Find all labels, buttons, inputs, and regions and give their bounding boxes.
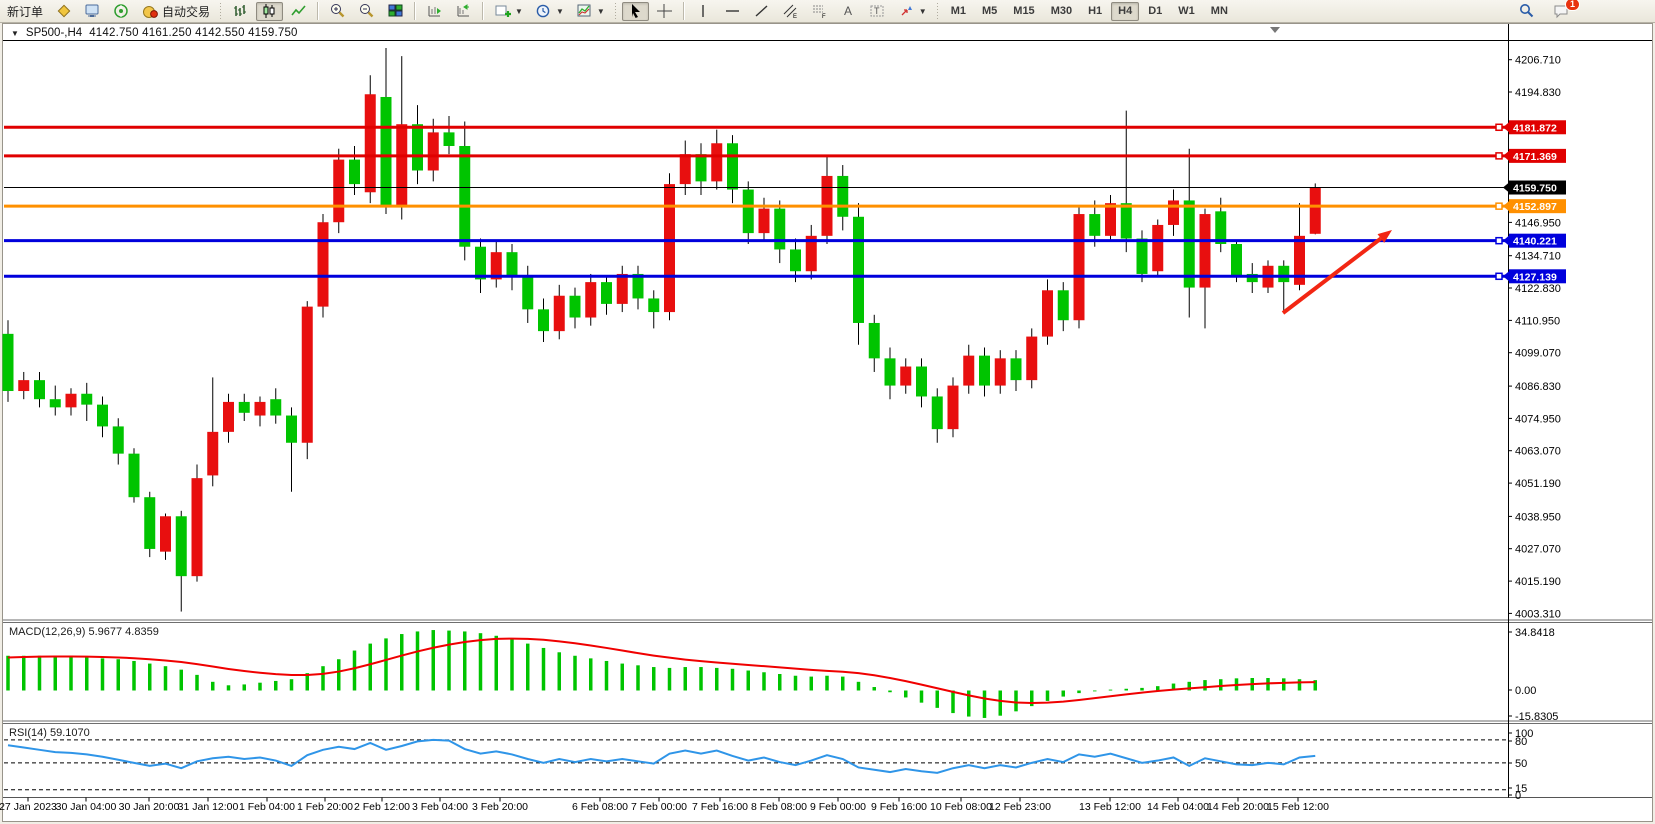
period-clock-icon <box>535 3 552 19</box>
add-indicator-button[interactable]: ▼ <box>489 2 528 21</box>
mt4-terminal: 新订单 自动交易 <box>0 0 1655 824</box>
tile-windows-icon <box>387 3 404 19</box>
fibonacci-icon: F <box>811 3 828 19</box>
toolbar: 新订单 自动交易 <box>0 0 1655 23</box>
arrow-objects-icon <box>898 3 915 19</box>
timeframe-M5[interactable]: M5 <box>975 2 1004 21</box>
signal-icon[interactable] <box>108 2 135 21</box>
collapse-triangle-icon[interactable]: ▼ <box>11 29 19 38</box>
toolbar-separator <box>482 2 484 20</box>
line-chart-icon <box>290 3 307 19</box>
timeframe-M15[interactable]: M15 <box>1006 2 1041 21</box>
toolbar-separator <box>414 2 416 20</box>
trendline-button[interactable] <box>748 2 775 21</box>
text-button[interactable]: A <box>835 2 862 21</box>
chevron-down-icon: ▼ <box>515 7 523 16</box>
tile-windows-button[interactable] <box>382 2 409 21</box>
new-order-label: 新订单 <box>7 3 43 20</box>
vertical-line-icon <box>695 3 712 19</box>
toolbar-separator <box>317 2 319 20</box>
timeframe-M30[interactable]: M30 <box>1044 2 1079 21</box>
template-icon <box>576 3 593 19</box>
chevron-down-icon: ▼ <box>597 7 605 16</box>
zoom-out-button[interactable] <box>353 2 380 21</box>
chevron-down-icon: ▼ <box>919 7 927 16</box>
chart-shift-button[interactable] <box>450 2 477 21</box>
line-chart-button[interactable] <box>285 2 312 21</box>
svg-text:A: A <box>844 4 852 18</box>
chevron-down-icon: ▼ <box>556 7 564 16</box>
toolbar-handle <box>936 2 940 20</box>
timeframe-H4[interactable]: H4 <box>1111 2 1139 21</box>
ohlc-values: 4142.750 4161.250 4142.550 4159.750 <box>89 27 297 39</box>
timeframe-MN[interactable]: MN <box>1204 2 1235 21</box>
horizontal-line-button[interactable] <box>719 2 746 21</box>
equidistant-channel-button[interactable]: E <box>777 2 804 21</box>
arrow-objects-button[interactable]: ▼ <box>893 2 932 21</box>
symbol-period-label: SP500-,H4 <box>26 27 82 39</box>
market-diamond-icon[interactable] <box>50 2 77 21</box>
toolbar-handle <box>219 2 223 20</box>
text-icon: A <box>840 3 857 19</box>
cursor-button[interactable] <box>622 2 649 21</box>
toolbar-right-group: 1 <box>1513 2 1575 21</box>
fibonacci-button[interactable]: F <box>806 2 833 21</box>
timeframe-M1[interactable]: M1 <box>944 2 973 21</box>
svg-text:E: E <box>793 14 797 19</box>
autotrading-ball-icon <box>142 3 159 19</box>
timeframe-W1[interactable]: W1 <box>1171 2 1202 21</box>
bar-chart-icon <box>232 3 249 19</box>
candlestick-chart-button[interactable] <box>256 2 283 21</box>
macd-indicator-label: MACD(12,26,9) 5.9677 4.8359 <box>9 626 159 638</box>
new-order-button[interactable]: 新订单 <box>2 2 48 21</box>
chart-shift-icon <box>455 3 472 19</box>
toolbar-handle <box>614 2 618 20</box>
zoom-in-button[interactable] <box>324 2 351 21</box>
crosshair-icon <box>656 3 673 19</box>
crosshair-button[interactable] <box>651 2 678 21</box>
period-clock-button[interactable]: ▼ <box>530 2 569 21</box>
auto-trading-label: 自动交易 <box>162 3 210 20</box>
news-chat-button[interactable]: 1 <box>1548 2 1575 21</box>
template-button[interactable]: ▼ <box>571 2 610 21</box>
cursor-icon <box>627 3 644 19</box>
candlestick-chart-icon <box>261 3 278 19</box>
zoom-out-icon <box>358 3 375 19</box>
add-indicator-icon <box>494 3 511 19</box>
rsi-indicator-label: RSI(14) 59.1070 <box>9 727 90 739</box>
bar-chart-button[interactable] <box>227 2 254 21</box>
auto-trading-button[interactable]: 自动交易 <box>137 2 215 21</box>
chat-badge: 1 <box>1565 0 1580 11</box>
search-icon <box>1518 3 1535 19</box>
auto-scroll-button[interactable] <box>421 2 448 21</box>
search-button[interactable] <box>1513 2 1540 21</box>
auto-scroll-icon <box>426 3 443 19</box>
zoom-in-icon <box>329 3 346 19</box>
trendline-icon <box>753 3 770 19</box>
chart-title-bar: ▼ SP500-,H4 4142.750 4161.250 4142.550 4… <box>11 27 298 39</box>
timeframe-H1[interactable]: H1 <box>1081 2 1109 21</box>
toolbar-separator <box>683 2 685 20</box>
data-window-icon[interactable] <box>79 2 106 21</box>
svg-text:T: T <box>874 6 880 16</box>
chart-window[interactable]: ▼ SP500-,H4 4142.750 4161.250 4142.550 4… <box>2 23 1653 822</box>
timeframe-D1[interactable]: D1 <box>1141 2 1169 21</box>
vertical-line-button[interactable] <box>690 2 717 21</box>
text-label-icon: T <box>869 3 886 19</box>
text-label-button[interactable]: T <box>864 2 891 21</box>
timeframe-toolbar: M1M5M15M30H1H4D1W1MN <box>944 2 1235 21</box>
equidistant-channel-icon: E <box>782 3 799 19</box>
horizontal-line-icon <box>724 3 741 19</box>
svg-text:F: F <box>822 14 826 19</box>
